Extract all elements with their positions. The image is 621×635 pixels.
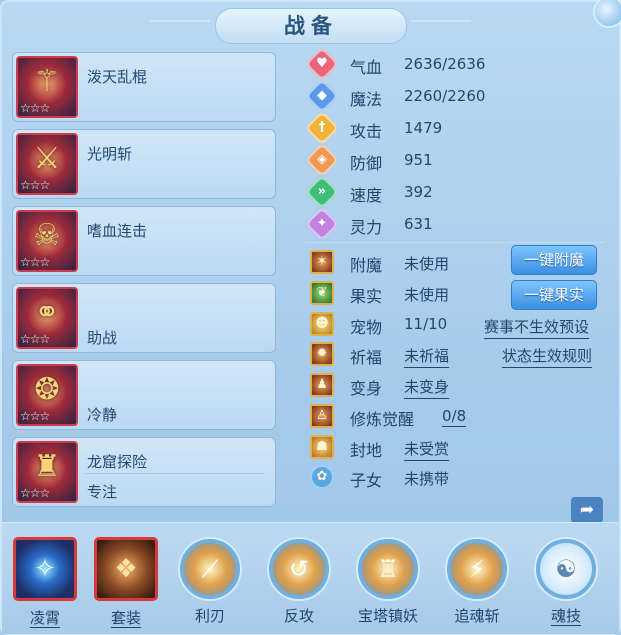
preset-link[interactable]: 赛事不生效预设 — [484, 316, 590, 339]
transform-icon: ♟ — [310, 373, 334, 397]
enchant-icon: ✶ — [310, 250, 334, 274]
skill-card-6[interactable]: ♜ ☆☆☆ 龙窟探险 专注 — [12, 437, 276, 507]
heart-icon: ♥ — [305, 47, 339, 81]
skill-name: 嗜血连击 — [87, 222, 148, 240]
shield-icon: ◈ — [305, 143, 339, 177]
spirit-icon: ✦ — [305, 207, 339, 241]
title-ornament-left — [150, 20, 210, 22]
item-label: 子女 — [350, 471, 383, 490]
item-value-link[interactable]: 0/8 — [442, 407, 467, 427]
title-ornament-right — [411, 20, 471, 22]
slot-lingxiao[interactable]: ✧ 凌霄 — [10, 537, 80, 628]
armor-icon: ⚔ ☆☆☆ — [16, 133, 78, 195]
stat-label: 攻击 — [350, 122, 383, 141]
item-value: 11/10 — [404, 315, 448, 333]
pet-icon: ☻ — [310, 312, 334, 336]
paw-icon: ✿ — [310, 465, 334, 489]
stat-label: 气血 — [350, 58, 383, 77]
star-orb-icon: ✧ — [13, 537, 77, 601]
item-label: 宠物 — [350, 318, 383, 337]
item-label: 祈福 — [350, 348, 383, 367]
item-value: 未携带 — [404, 470, 450, 488]
slot-label: 宝塔镇妖 — [357, 607, 418, 625]
skill-name: 光明斩 — [87, 145, 133, 163]
slot-zhuihun[interactable]: ⚡ 追魂斩 — [442, 537, 512, 626]
slot-label: 套装 — [110, 609, 141, 628]
item-label: 修炼觉醒 — [350, 410, 415, 429]
skill-card-4[interactable]: ⚭ ☆☆☆ 助战 — [12, 283, 276, 353]
slot-taozhuang[interactable]: ❖ 套装 — [91, 537, 161, 628]
slot-fangong[interactable]: ↺ 反攻 — [264, 537, 334, 626]
one-click-enchant-button[interactable]: 一键附魔 — [511, 245, 597, 275]
skill-card-1[interactable]: ⚚ ☆☆☆ 泼天乱棍 — [12, 52, 276, 122]
slot-hunji[interactable]: ☯ 魂技 — [531, 537, 601, 626]
skill-card-2[interactable]: ⚔ ☆☆☆ 光明斩 — [12, 129, 276, 199]
fruit-icon: ❦ — [310, 281, 334, 305]
skill-subname: 专注 — [87, 483, 118, 501]
soul-skill-icon: ☯ — [536, 539, 596, 599]
skill-name: 龙窟探险 — [87, 453, 148, 471]
share-icon[interactable]: ➦ — [571, 497, 603, 523]
armor-set-icon: ❖ — [94, 537, 158, 601]
stat-value: 951 — [404, 151, 433, 169]
sword-icon: † — [305, 111, 339, 145]
stat-label: 速度 — [350, 186, 383, 205]
speed-icon: » — [305, 175, 339, 209]
item-label: 果实 — [350, 287, 383, 306]
item-value-link[interactable]: 未受赏 — [404, 438, 450, 461]
card-divider — [85, 473, 265, 474]
rules-link[interactable]: 状态生效规则 — [502, 345, 593, 368]
skill-subname: 冷静 — [87, 406, 118, 424]
item-value: 未使用 — [404, 255, 450, 273]
one-click-fruit-button[interactable]: 一键果实 — [511, 280, 597, 310]
skill-subname: 助战 — [87, 329, 118, 347]
item-value: 未使用 — [404, 286, 450, 304]
cultivation-icon: ♙ — [310, 404, 334, 428]
skill-card-5[interactable]: ❂ ☆☆☆ 冷静 — [12, 360, 276, 430]
staff-icon: ⚚ ☆☆☆ — [16, 56, 78, 118]
stat-label: 魔法 — [350, 90, 383, 109]
item-value-link[interactable]: 未变身 — [404, 376, 450, 399]
slot-label: 魂技 — [550, 607, 581, 626]
slot-label: 反攻 — [283, 607, 314, 625]
skill-card-3[interactable]: ☠ ☆☆☆ 嗜血连击 — [12, 206, 276, 276]
slot-label: 凌霄 — [29, 609, 60, 628]
item-label: 封地 — [350, 441, 383, 460]
pagoda-icon: ♖ — [358, 539, 418, 599]
slot-liren[interactable]: ⟋ 利刃 — [175, 537, 245, 626]
item-value-link[interactable]: 未祈福 — [404, 345, 450, 368]
stat-label: 防御 — [350, 154, 383, 173]
fief-icon: ☗ — [310, 435, 334, 459]
blessing-icon: ✹ — [310, 342, 334, 366]
item-label: 变身 — [350, 379, 383, 398]
stat-value: 392 — [404, 183, 433, 201]
gem-belt-icon: ❂ ☆☆☆ — [16, 364, 78, 426]
panel-title: 战备 — [215, 8, 407, 44]
stat-value: 631 — [404, 215, 433, 233]
section-divider — [305, 242, 605, 243]
item-label: 附魔 — [350, 256, 383, 275]
stat-value: 2636/2636 — [404, 55, 486, 73]
dragon-robe-icon: ♜ ☆☆☆ — [16, 441, 78, 503]
close-orb-icon[interactable] — [593, 0, 621, 28]
stat-value: 2260/2260 — [404, 87, 486, 105]
slot-label: 利刃 — [194, 607, 225, 625]
chain-icon: ⚭ ☆☆☆ — [16, 287, 78, 349]
stat-value: 1479 — [404, 119, 443, 137]
counter-icon: ↺ — [269, 539, 329, 599]
blade-icon: ⟋ — [180, 539, 240, 599]
skill-name: 泼天乱棍 — [87, 68, 148, 86]
mana-icon: ◆ — [305, 79, 339, 113]
chase-slash-icon: ⚡ — [447, 539, 507, 599]
mask-icon: ☠ ☆☆☆ — [16, 210, 78, 272]
slot-baota[interactable]: ♖ 宝塔镇妖 — [353, 537, 423, 626]
stat-label: 灵力 — [350, 218, 383, 237]
slot-label: 追魂斩 — [454, 607, 500, 625]
